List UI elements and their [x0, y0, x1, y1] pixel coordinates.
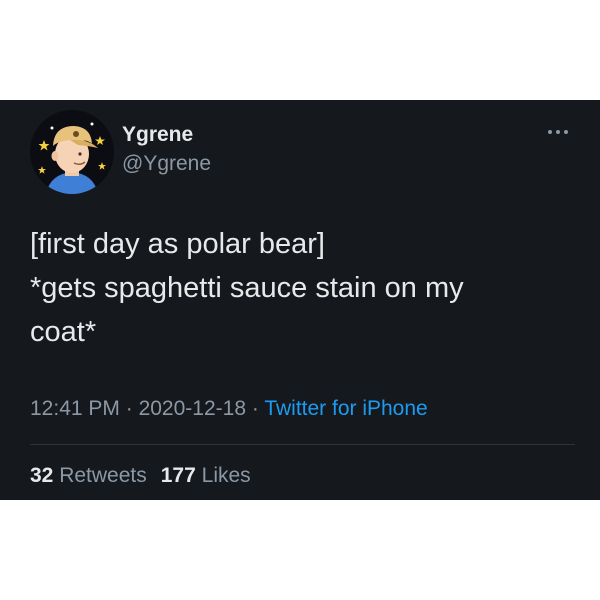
likes-label: Likes	[201, 464, 251, 487]
tweet-source-link[interactable]: Twitter for iPhone	[264, 397, 427, 420]
more-options-icon	[548, 130, 568, 134]
tweet-metadata: 12:41 PM · 2020-12-18 · Twitter for iPho…	[30, 396, 428, 422]
tweet-text-line: [first day as polar bear]	[30, 228, 325, 260]
meta-separator: ·	[125, 397, 133, 420]
tweet-text-line: coat*	[30, 316, 97, 348]
retweets-label: Retweets	[59, 464, 147, 487]
author-display-name[interactable]: Ygrene	[122, 123, 193, 147]
retweets-stat[interactable]: 32 Retweets	[30, 464, 147, 487]
cartoon-avatar-icon	[30, 110, 114, 194]
divider	[30, 444, 575, 445]
more-options-button[interactable]	[540, 120, 576, 144]
author-handle[interactable]: @Ygrene	[122, 152, 211, 176]
likes-count: 177	[160, 464, 196, 487]
meta-separator: ·	[251, 397, 259, 420]
tweet-time[interactable]: 12:41 PM	[30, 397, 120, 420]
tweet-text: [first day as polar bear] *gets spaghett…	[30, 222, 575, 354]
tweet-date[interactable]: 2020-12-18	[139, 397, 246, 420]
tweet-text-line: *gets spaghetti sauce stain on my	[30, 272, 464, 304]
author-avatar[interactable]	[30, 110, 114, 194]
retweets-count: 32	[30, 464, 54, 487]
likes-stat[interactable]: 177 Likes	[161, 464, 251, 487]
tweet-stats: 32 Retweets 177 Likes	[30, 463, 251, 489]
